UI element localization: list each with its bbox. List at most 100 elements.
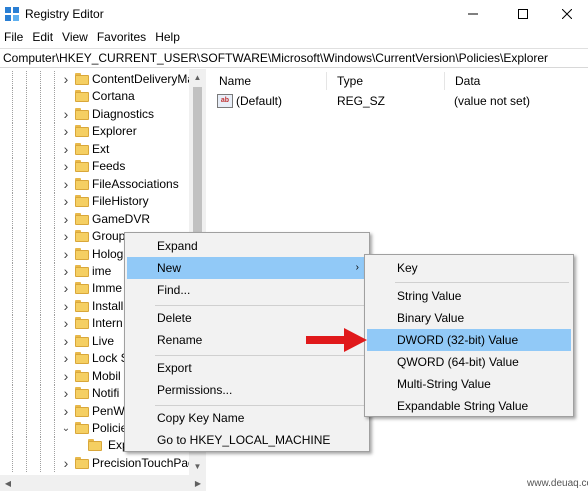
scroll-down-icon[interactable]: ▼ [189, 458, 206, 475]
tree-guide-line [40, 245, 41, 263]
scroll-up-icon[interactable]: ▲ [189, 69, 206, 86]
tree-guide-line [12, 158, 13, 176]
menu-edit[interactable]: Edit [28, 28, 58, 47]
tree-guide-line [54, 350, 55, 368]
tree-guide-line [26, 175, 27, 193]
tree-guide-line [12, 105, 13, 123]
scroll-right-icon[interactable]: ▶ [190, 475, 206, 491]
tree-item[interactable]: Cortana [0, 88, 205, 106]
menu-item-new[interactable]: New › [127, 257, 367, 279]
tree-item[interactable]: › Diagnostics [0, 105, 205, 123]
folder-icon [75, 177, 89, 190]
tree-guide-line [40, 437, 41, 455]
tree-item-label: Policie [92, 421, 128, 435]
submenu-item-binary-value[interactable]: Binary Value [367, 307, 571, 329]
tree-guide-line [40, 385, 41, 403]
tree-item-label: GameDVR [92, 211, 151, 226]
chevron-right-icon[interactable]: › [60, 246, 72, 262]
chevron-right-icon[interactable]: › [60, 123, 72, 139]
menu-item-delete[interactable]: Delete [127, 307, 367, 329]
menu-favorites[interactable]: Favorites [93, 28, 151, 47]
tree-guide-line [40, 210, 41, 228]
chevron-right-icon[interactable]: › [60, 193, 72, 209]
menu-item-copy-key-name[interactable]: Copy Key Name [127, 407, 367, 429]
chevron-right-icon[interactable]: › [60, 455, 72, 471]
column-header-data[interactable]: Data [445, 69, 588, 93]
menu-view[interactable]: View [58, 28, 93, 47]
menu-separator [155, 355, 365, 356]
tree-item[interactable]: › GameDVR [0, 210, 205, 228]
submenu-item-string-value[interactable]: String Value [367, 285, 571, 307]
column-header-type[interactable]: Type [327, 69, 444, 93]
menu-help[interactable]: Help [151, 28, 185, 47]
chevron-right-icon[interactable]: › [60, 263, 72, 279]
chevron-right-icon[interactable]: › [60, 106, 72, 122]
chevron-right-icon[interactable]: › [60, 280, 72, 296]
tree-item[interactable]: › Feeds [0, 158, 205, 176]
scroll-thumb[interactable] [193, 87, 202, 247]
menu-file[interactable]: File [0, 28, 28, 47]
tree-guide-line [12, 437, 13, 455]
tree-guide-line [40, 280, 41, 298]
chevron-right-icon[interactable]: › [60, 298, 72, 314]
tree-item[interactable]: › FileHistory [0, 193, 205, 211]
tree-guide-line [26, 245, 27, 263]
folder-icon [75, 317, 89, 330]
address-bar[interactable]: Computer\HKEY_CURRENT_USER\SOFTWARE\Micr… [0, 48, 588, 68]
tree-item[interactable]: › ContentDeliveryMa [0, 71, 205, 88]
tree-guide-line [54, 88, 55, 106]
menu-item-goto-hklm[interactable]: Go to HKEY_LOCAL_MACHINE [127, 429, 367, 451]
tree-item-label: Diagnostics [92, 106, 155, 121]
tree-guide-line [54, 402, 55, 420]
chevron-right-icon[interactable]: › [60, 368, 72, 384]
tree-guide-line [26, 140, 27, 158]
maximize-button[interactable] [500, 0, 546, 28]
tree-guide-line [40, 297, 41, 315]
tree-guide-line [54, 140, 55, 158]
chevron-right-icon[interactable]: › [60, 71, 72, 87]
value-row[interactable]: ab (Default) REG_SZ (value not set) [209, 93, 588, 111]
chevron-right-icon[interactable]: › [60, 176, 72, 192]
submenu-item-multi-string-value[interactable]: Multi-String Value [367, 373, 571, 395]
submenu-item-expandable-string-value[interactable]: Expandable String Value [367, 395, 571, 417]
chevron-down-icon[interactable]: ⌄ [60, 422, 72, 434]
tree-guide-line [40, 402, 41, 420]
tree-item-label: Notifi [92, 386, 120, 401]
tree-guide-line [12, 175, 13, 193]
tree-item-label: Live [92, 333, 115, 348]
menu-item-expand[interactable]: Expand [127, 235, 367, 257]
tree-guide-line [40, 175, 41, 193]
chevron-right-icon[interactable]: › [60, 315, 72, 331]
menu-item-permissions[interactable]: Permissions... [127, 379, 367, 401]
chevron-right-icon[interactable]: › [60, 228, 72, 244]
chevron-right-icon[interactable]: › [60, 350, 72, 366]
chevron-right-icon[interactable]: › [60, 385, 72, 401]
tree-guide-line [40, 158, 41, 176]
tree-item[interactable]: › Ext [0, 140, 205, 158]
chevron-right-icon[interactable]: › [60, 211, 72, 227]
submenu-item-qword-value[interactable]: QWORD (64-bit) Value [367, 351, 571, 373]
menu-item-find[interactable]: Find... [127, 279, 367, 301]
tree-item[interactable]: › FileAssociations [0, 175, 205, 193]
scroll-left-icon[interactable]: ◀ [0, 475, 16, 491]
folder-icon [75, 142, 89, 155]
column-header-name[interactable]: Name [209, 69, 326, 93]
chevron-right-icon[interactable]: › [60, 141, 72, 157]
folder-icon [88, 439, 102, 452]
chevron-right-icon[interactable]: › [60, 333, 72, 349]
tree-guide-line [12, 385, 13, 403]
tree-item[interactable]: › PrecisionTouchPad [0, 454, 205, 472]
folder-icon [75, 422, 89, 434]
tree-guide-line [40, 140, 41, 158]
tree-item[interactable]: › Explorer [0, 123, 205, 141]
menu-item-export[interactable]: Export [127, 357, 367, 379]
close-button[interactable] [546, 0, 588, 28]
chevron-right-icon[interactable]: › [60, 403, 72, 419]
minimize-button[interactable] [450, 0, 496, 28]
tree-guide-line [12, 402, 13, 420]
submenu-item-key[interactable]: Key [367, 257, 571, 279]
submenu-item-dword-value[interactable]: DWORD (32-bit) Value [367, 329, 571, 351]
tree-guide-line [26, 158, 27, 176]
tree-horizontal-scrollbar[interactable]: ◀ ▶ [0, 475, 206, 491]
chevron-right-icon[interactable]: › [60, 158, 72, 174]
